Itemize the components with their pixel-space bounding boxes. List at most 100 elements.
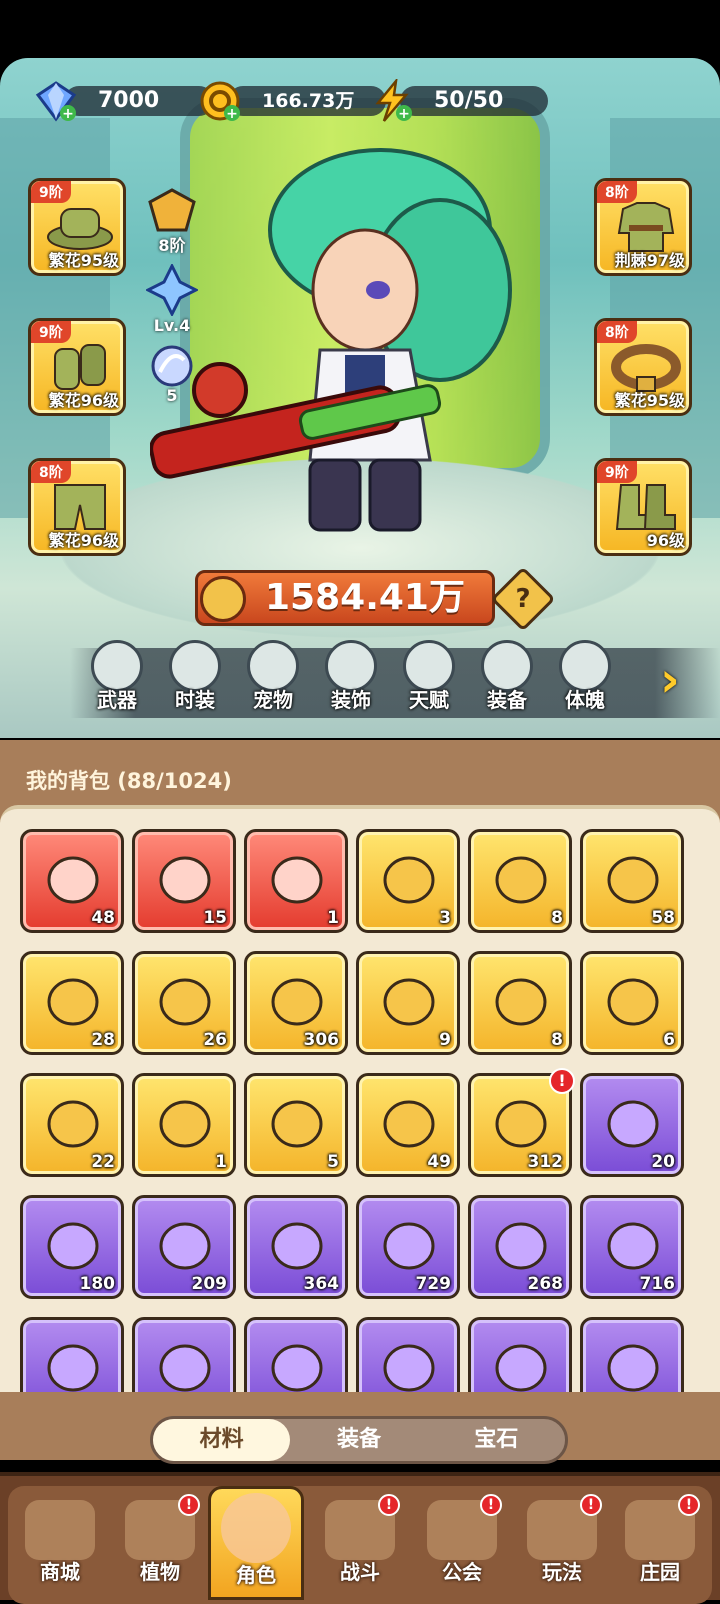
bag-item[interactable]: 209 bbox=[132, 1195, 236, 1299]
tab-decoration[interactable]: 装饰 bbox=[316, 640, 386, 720]
purple-orb-icon bbox=[383, 1344, 435, 1392]
bag-item[interactable]: 8 bbox=[468, 829, 572, 933]
equip-slot-pants[interactable]: 8阶 繁花96级 bbox=[28, 458, 126, 556]
bag-item[interactable]: 20 bbox=[580, 1073, 684, 1177]
item-count: 28 bbox=[91, 1030, 115, 1050]
bag-item[interactable]: 268 bbox=[468, 1195, 572, 1299]
question-icon: ? bbox=[515, 584, 531, 614]
segment-equipment[interactable]: 装备 bbox=[290, 1419, 427, 1461]
nav-shop[interactable]: 商城 bbox=[12, 1496, 108, 1596]
bag-item[interactable]: 312! bbox=[468, 1068, 575, 1177]
item-count: 58 bbox=[651, 908, 675, 928]
bag-item[interactable] bbox=[244, 1317, 348, 1392]
segment-gems[interactable]: 宝石 bbox=[428, 1419, 565, 1461]
gold-item-icon bbox=[47, 1344, 99, 1392]
nav-gameplay[interactable]: 玩法! bbox=[514, 1494, 610, 1596]
bag-item[interactable]: 8 bbox=[468, 951, 572, 1055]
bag-item[interactable]: 22 bbox=[20, 1073, 124, 1177]
tier-label: 8阶 bbox=[31, 461, 71, 483]
bag-item[interactable]: 716 bbox=[580, 1195, 684, 1299]
tab-label: 宠物 bbox=[253, 688, 293, 712]
equip-slot-boots[interactable]: 9阶 96级 bbox=[594, 458, 692, 556]
skull-scroll-icon bbox=[383, 856, 435, 904]
item-count: 209 bbox=[191, 1274, 228, 1294]
potion-icon bbox=[159, 1344, 211, 1392]
hero-character[interactable] bbox=[150, 140, 550, 560]
item-count: 8 bbox=[551, 1030, 563, 1050]
item-count: 364 bbox=[303, 1274, 340, 1294]
bag-item[interactable]: 28 bbox=[20, 951, 124, 1055]
tab-talent[interactable]: 天赋 bbox=[394, 640, 464, 720]
bag-item[interactable]: 729 bbox=[356, 1195, 460, 1299]
alert-badge: ! bbox=[480, 1494, 502, 1516]
tab-equipment[interactable]: 装备 bbox=[472, 640, 542, 720]
tab-weapon[interactable]: 武器 bbox=[82, 640, 152, 720]
bag-item[interactable]: 9 bbox=[356, 951, 460, 1055]
spell-book-icon bbox=[47, 1100, 99, 1148]
item-count: 716 bbox=[639, 1274, 676, 1294]
rune-stone-icon bbox=[159, 978, 211, 1026]
bag-item[interactable]: 1 bbox=[132, 1073, 236, 1177]
key-icon bbox=[495, 856, 547, 904]
bag-item[interactable] bbox=[20, 1317, 124, 1392]
energy-resource[interactable]: + 50/50 bbox=[370, 79, 548, 122]
diamond-resource[interactable]: + 7000 bbox=[34, 80, 214, 122]
bag-item[interactable]: 5 bbox=[244, 1073, 348, 1177]
diamond-icon: + bbox=[35, 81, 77, 122]
bag-item[interactable] bbox=[356, 1317, 460, 1392]
tab-fashion[interactable]: 时装 bbox=[160, 640, 230, 720]
svg-text:+: + bbox=[62, 106, 74, 122]
tab-label: 武器 bbox=[97, 688, 137, 712]
bag-item[interactable]: 1 bbox=[244, 829, 348, 933]
bag-item[interactable]: 306 bbox=[244, 951, 348, 1055]
bag-item[interactable]: 26 bbox=[132, 951, 236, 1055]
nav-guild[interactable]: 公会! bbox=[414, 1494, 510, 1596]
copper-gem-icon bbox=[159, 1100, 211, 1148]
svg-text:+: + bbox=[398, 106, 410, 122]
bag-item[interactable]: 3 bbox=[356, 829, 460, 933]
bag-item[interactable]: 180 bbox=[20, 1195, 124, 1299]
bag-item[interactable]: 15 bbox=[132, 829, 236, 933]
level-label: 繁花95级 bbox=[48, 251, 119, 270]
segment-materials[interactable]: 材料 bbox=[153, 1419, 291, 1461]
scroll-purple-icon bbox=[383, 1222, 435, 1270]
bag-item[interactable] bbox=[132, 1317, 236, 1392]
bag-item[interactable] bbox=[580, 1317, 684, 1392]
bag-item[interactable] bbox=[468, 1317, 572, 1392]
level-label: 繁花96级 bbox=[48, 531, 119, 550]
nav-label: 庄园 bbox=[640, 1560, 680, 1584]
nav-plants[interactable]: 植物! bbox=[112, 1494, 208, 1596]
equip-slot-gloves[interactable]: 9阶 繁花96级 bbox=[28, 318, 126, 416]
equip-slot-hat[interactable]: 9阶 繁花95级 bbox=[28, 178, 126, 276]
bag-item[interactable]: 58 bbox=[580, 829, 684, 933]
bag-item[interactable]: 48 bbox=[20, 829, 124, 933]
tier-label: 9阶 bbox=[31, 321, 71, 343]
leaf-icon bbox=[159, 1222, 211, 1270]
equip-slot-belt[interactable]: 8阶 繁花95级 bbox=[594, 318, 692, 416]
golden-flower-icon bbox=[47, 978, 99, 1026]
gold-ore-icon bbox=[495, 978, 547, 1026]
gold-resource[interactable]: + 166.73万 bbox=[198, 80, 386, 122]
scroll-green-icon bbox=[271, 1222, 323, 1270]
equip-slot-jacket[interactable]: 8阶 荆棘97级 bbox=[594, 178, 692, 276]
tab-label: 天赋 bbox=[409, 688, 449, 712]
fruit-basket-icon bbox=[607, 1344, 659, 1392]
bag-item[interactable]: 6 bbox=[580, 951, 684, 1055]
tab-pet[interactable]: 宠物 bbox=[238, 640, 308, 720]
alert-badge: ! bbox=[678, 1494, 700, 1516]
bag-item[interactable]: 49 bbox=[356, 1073, 460, 1177]
item-count: 9 bbox=[439, 1030, 451, 1050]
nav-character[interactable]: 角色 bbox=[208, 1486, 304, 1600]
chevron-right-icon[interactable]: › bbox=[660, 652, 700, 708]
gold-coin-icon: + bbox=[200, 81, 240, 122]
orange-potion-icon bbox=[271, 978, 323, 1026]
nav-battle[interactable]: 战斗! bbox=[312, 1494, 408, 1596]
crystal-star-icon bbox=[47, 856, 99, 904]
alert-badge: ! bbox=[580, 1494, 602, 1516]
tab-physique[interactable]: 体魄 bbox=[550, 640, 620, 720]
tab-label: 装备 bbox=[487, 688, 527, 712]
bag-item[interactable]: 364 bbox=[244, 1195, 348, 1299]
green-capsule-icon bbox=[271, 856, 323, 904]
nav-label: 商城 bbox=[40, 1560, 80, 1584]
nav-manor[interactable]: 庄园! bbox=[612, 1494, 708, 1596]
